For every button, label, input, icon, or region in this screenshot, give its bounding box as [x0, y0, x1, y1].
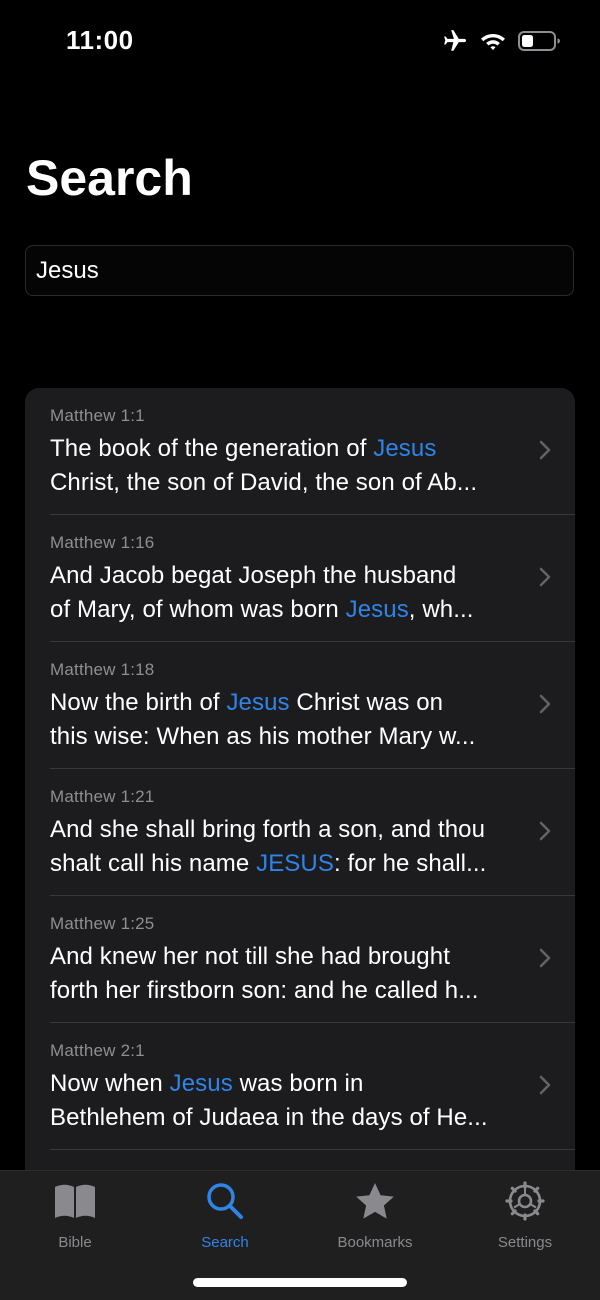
tab-settings[interactable]: Settings: [450, 1181, 600, 1261]
tab-bible[interactable]: Bible: [0, 1181, 150, 1261]
result-row[interactable]: Matthew 1:21 And she shall bring forth a …: [25, 769, 575, 896]
star-icon: [300, 1181, 450, 1221]
chevron-right-icon: [539, 567, 551, 592]
verse-reference: Matthew 1:18: [50, 660, 155, 679]
chevron-right-icon: [539, 821, 551, 846]
verse-text: : for he shall...: [333, 850, 487, 877]
verse-preview: And knew her not till she had brought for…: [50, 940, 522, 1008]
verse-line: forth her firstborn son: and he called h…: [50, 974, 522, 1008]
tab-bookmarks[interactable]: Bookmarks: [300, 1181, 450, 1261]
status-time: 11:00: [66, 25, 134, 55]
search-match: Jesus: [226, 689, 290, 716]
verse-text: Now when: [50, 1070, 170, 1097]
tab-bar: Bible Search Bookmarks Settings: [0, 1170, 600, 1300]
result-row[interactable]: Matthew 1:25 And knew her not till she ha…: [25, 896, 575, 1023]
page-title: Search: [26, 150, 193, 206]
result-row[interactable]: Matthew 1:18 Now the birth of Jesus Chris…: [25, 642, 575, 769]
verse-text: was born in: [232, 1070, 364, 1097]
verse-line: And knew her not till she had brought: [50, 940, 522, 974]
verse-text: Christ was on: [289, 689, 444, 716]
verse-text: Christ, the son of David, the son of Ab.…: [50, 469, 478, 496]
home-indicator: [193, 1278, 407, 1287]
airplane-icon: [442, 28, 468, 54]
verse-line: Christ, the son of David, the son of Ab.…: [50, 466, 522, 500]
verse-text: forth her firstborn son: and he called h…: [50, 977, 479, 1004]
verse-reference: Matthew 1:16: [50, 533, 155, 552]
result-row[interactable]: Matthew 2:1 Now when Jesus was born in Bet…: [25, 1023, 575, 1150]
verse-text: And knew her not till she had brought: [50, 943, 450, 970]
chevron-right-icon: [539, 948, 551, 973]
status-icons: [442, 26, 560, 56]
search-field[interactable]: [25, 245, 574, 296]
search-match: Jesus: [345, 596, 409, 623]
verse-line: shalt call his name JESUS: for he shall.…: [50, 847, 522, 881]
search-match: JESUS: [256, 850, 334, 877]
search-match: Jesus: [373, 435, 437, 462]
chevron-right-icon: [539, 694, 551, 719]
gear-icon: [450, 1181, 600, 1221]
verse-line: And she shall bring forth a son, and tho…: [50, 813, 522, 847]
result-row[interactable]: Matthew 1:16 And Jacob begat Joseph the h…: [25, 515, 575, 642]
search-input[interactable]: [36, 246, 556, 295]
verse-line: this wise: When as his mother Mary w...: [50, 720, 522, 754]
verse-line: And Jacob begat Joseph the husband: [50, 559, 522, 593]
status-bar: 11:00: [0, 0, 600, 80]
search-icon: [150, 1181, 300, 1221]
results-list: Matthew 1:1 The book of the generation of…: [25, 388, 575, 1188]
verse-text: Now the birth of: [50, 689, 227, 716]
book-icon: [0, 1181, 150, 1221]
tab-label: Bookmarks: [337, 1234, 413, 1251]
verse-reference: Matthew 2:1: [50, 1041, 145, 1060]
verse-text: this wise: When as his mother Mary w...: [50, 723, 476, 750]
tab-label: Settings: [497, 1234, 553, 1251]
tab-search[interactable]: Search: [150, 1181, 300, 1261]
verse-line: Now the birth of Jesus Christ was on: [50, 686, 522, 720]
wifi-icon: [480, 30, 506, 52]
battery-icon: [518, 30, 560, 52]
verse-preview: Now the birth of Jesus Christ was on this…: [50, 686, 522, 754]
chevron-right-icon: [539, 440, 551, 465]
verse-reference: Matthew 1:1: [50, 406, 145, 425]
verse-text: Bethlehem of Judaea in the days of He...: [50, 1104, 488, 1131]
verse-preview: And Jacob begat Joseph the husband of Mar…: [50, 559, 522, 627]
verse-line: Now when Jesus was born in: [50, 1067, 522, 1101]
tab-label: Bible: [58, 1234, 92, 1251]
chevron-right-icon: [539, 1075, 551, 1100]
verse-preview: The book of the generation of Jesus Chris…: [50, 432, 522, 500]
verse-reference: Matthew 1:25: [50, 914, 155, 933]
verse-line: Bethlehem of Judaea in the days of He...: [50, 1101, 522, 1135]
verse-text: The book of the generation of: [50, 435, 374, 462]
verse-text: And Jacob begat Joseph the husband: [50, 562, 457, 589]
verse-line: of Mary, of whom was born Jesus, wh...: [50, 593, 522, 627]
verse-preview: Now when Jesus was born in Bethlehem of J…: [50, 1067, 522, 1135]
verse-line: The book of the generation of Jesus: [50, 432, 522, 466]
search-match: Jesus: [169, 1070, 233, 1097]
result-row[interactable]: Matthew 1:1 The book of the generation of…: [25, 388, 575, 515]
verse-text: of Mary, of whom was born: [50, 596, 346, 623]
tab-label: Search: [201, 1234, 249, 1251]
verse-text: shalt call his name: [50, 850, 257, 877]
verse-preview: And she shall bring forth a son, and tho…: [50, 813, 522, 881]
verse-text: , wh...: [408, 596, 474, 623]
verse-reference: Matthew 1:21: [50, 787, 155, 806]
verse-text: And she shall bring forth a son, and tho…: [50, 816, 486, 843]
